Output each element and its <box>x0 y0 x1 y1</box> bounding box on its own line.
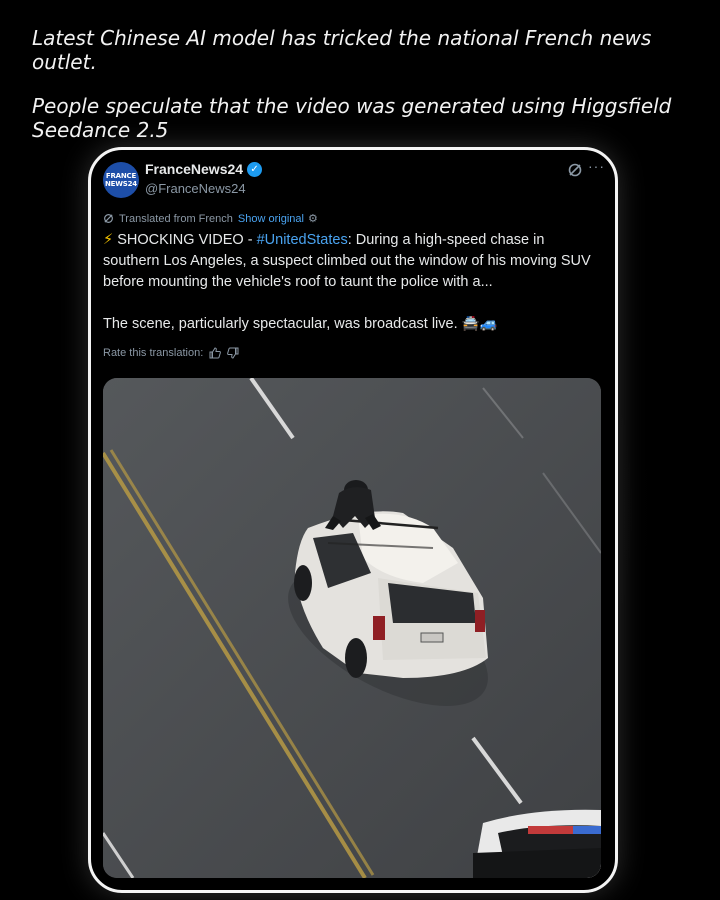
hashtag-link[interactable]: #UnitedStates <box>257 232 348 248</box>
more-options-icon[interactable]: ··· <box>588 158 605 174</box>
grok-icon[interactable] <box>567 162 583 178</box>
author-handle[interactable]: @FranceNews24 <box>145 181 246 196</box>
caption-line-1: Latest Chinese AI model has tricked the … <box>32 26 652 74</box>
translation-settings-icon[interactable]: ⚙ <box>308 212 318 225</box>
translate-icon <box>104 214 113 223</box>
author-row: FranceNews24 ✓ <box>145 161 263 177</box>
post-paragraph-1: ⚡ SHOCKING VIDEO - #UnitedStates: During… <box>103 230 603 293</box>
avatar[interactable]: FRANCE NEWS24 <box>103 162 139 198</box>
translated-label: Translated from French <box>119 212 233 225</box>
post-card[interactable]: FRANCE NEWS24 FranceNews24 ✓ @FranceNews… <box>88 147 618 893</box>
rate-label: Rate this translation: <box>103 347 204 359</box>
thumbs-down-icon[interactable] <box>227 347 239 359</box>
avatar-text-top: FRANCE <box>105 172 137 180</box>
post-paragraph-2: The scene, particularly spectacular, was… <box>103 316 498 332</box>
video-media[interactable] <box>103 378 601 878</box>
avatar-text-bottom: NEWS24 <box>105 180 137 188</box>
post-lead: SHOCKING VIDEO - <box>113 232 257 248</box>
show-original-link[interactable]: Show original <box>238 213 304 225</box>
translation-notice: Translated from French Show original ⚙ <box>103 212 318 225</box>
rate-translation: Rate this translation: <box>103 347 239 359</box>
author-name[interactable]: FranceNews24 <box>145 161 243 177</box>
video-frame-image <box>103 378 601 878</box>
thumbs-up-icon[interactable] <box>209 347 222 359</box>
post-text: ⚡ SHOCKING VIDEO - #UnitedStates: During… <box>103 230 603 335</box>
lightning-icon: ⚡ <box>103 232 114 248</box>
verified-badge-icon: ✓ <box>247 161 263 177</box>
